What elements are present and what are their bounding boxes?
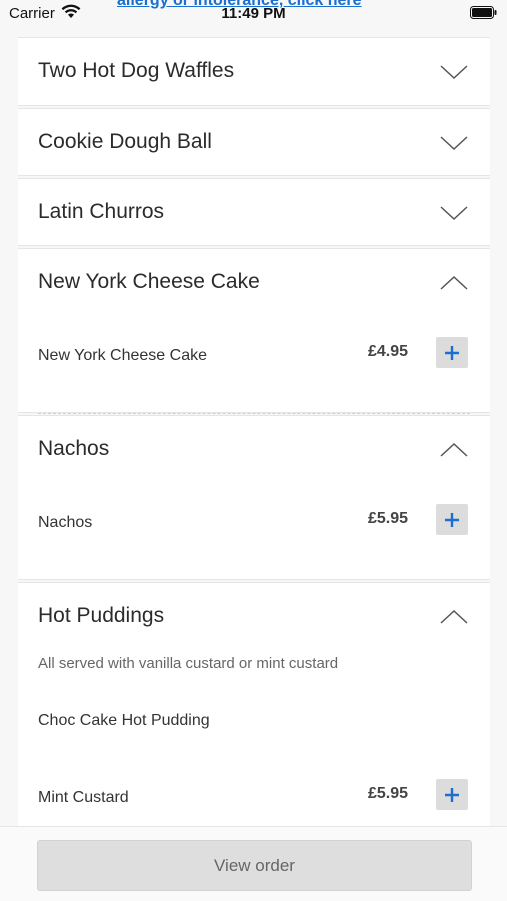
menu-section: Two Hot Dog Waffles xyxy=(18,37,490,106)
chevron-up-icon xyxy=(440,275,468,290)
menu-section: Hot Puddings All served with vanilla cus… xyxy=(18,582,490,826)
item-subheading: Choc Cake Hot Pudding xyxy=(38,712,210,729)
menu-section: New York Cheese Cake New York Cheese Cak… xyxy=(18,248,490,414)
add-item-button[interactable] xyxy=(436,337,468,368)
section-title: Latin Churros xyxy=(38,200,165,223)
section-title: New York Cheese Cake xyxy=(38,270,260,293)
add-item-button[interactable] xyxy=(436,504,468,535)
section-title: Cookie Dough Ball xyxy=(38,130,212,153)
menu-section: Nachos Nachos £5.95 xyxy=(18,415,490,580)
item-price: £5.95 xyxy=(367,510,408,527)
plus-icon xyxy=(445,512,459,527)
menu-list: Two Hot Dog Waffles Cookie Dough Ball La… xyxy=(18,37,490,826)
chevron-down-icon xyxy=(440,136,468,151)
item-name: Nachos xyxy=(38,514,93,531)
plus-icon xyxy=(445,345,459,360)
section-title: Hot Puddings xyxy=(38,604,165,627)
menu-item: Nachos £5.95 xyxy=(18,484,490,581)
plus-icon xyxy=(445,787,459,802)
menu-section: Latin Churros xyxy=(18,178,490,246)
status-bar: Carrier 11:49 PM xyxy=(0,0,507,34)
chevron-down-icon xyxy=(440,65,468,80)
chevron-down-icon xyxy=(440,206,468,221)
chevron-up-icon xyxy=(440,442,468,457)
section-title: Nachos xyxy=(38,437,110,460)
section-header[interactable]: Latin Churros xyxy=(18,179,490,247)
footer-bar: View order xyxy=(0,826,507,901)
section-title: Two Hot Dog Waffles xyxy=(38,59,235,82)
menu-item: New York Cheese Cake £4.95 xyxy=(18,317,490,414)
view-order-button[interactable]: View order xyxy=(37,840,472,891)
section-header[interactable]: Two Hot Dog Waffles xyxy=(18,38,490,106)
section-header[interactable]: Cookie Dough Ball xyxy=(18,109,490,177)
item-price: £5.95 xyxy=(367,785,408,802)
battery-icon xyxy=(470,6,497,24)
divider xyxy=(38,413,470,414)
item-name: Mint Custard xyxy=(38,789,129,806)
menu-section: Cookie Dough Ball xyxy=(18,108,490,176)
section-header[interactable]: Hot Puddings xyxy=(18,583,490,651)
section-header[interactable]: Nachos xyxy=(18,416,490,484)
item-name: New York Cheese Cake xyxy=(38,347,207,364)
chevron-up-icon xyxy=(440,609,468,624)
add-item-button[interactable] xyxy=(436,779,468,810)
section-header[interactable]: New York Cheese Cake xyxy=(18,249,490,317)
menu-item: Mint Custard £5.95 xyxy=(18,763,490,823)
section-description: All served with vanilla custard or mint … xyxy=(38,655,339,672)
status-time: 11:49 PM xyxy=(221,5,286,22)
item-price: £4.95 xyxy=(367,343,408,360)
